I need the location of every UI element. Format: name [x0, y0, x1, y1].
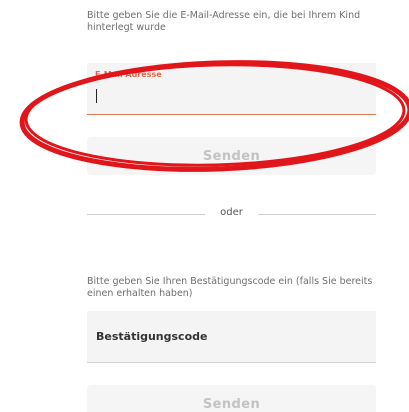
- send-email-button[interactable]: Senden: [87, 137, 376, 175]
- or-divider: oder: [87, 207, 376, 221]
- verification-code-field[interactable]: Bestätigungscode: [87, 311, 376, 363]
- divider-label: oder: [220, 207, 243, 218]
- code-instruction-text: Bitte geben Sie Ihren Bestätigungscode e…: [87, 276, 373, 299]
- verification-page: Bitte geben Sie die E-Mail-Adresse ein, …: [0, 0, 409, 412]
- text-cursor: [96, 89, 97, 103]
- send-code-button[interactable]: Senden: [87, 385, 376, 412]
- email-field-label: E-Mail Adresse: [95, 70, 162, 79]
- email-instruction-text: Bitte geben Sie die E-Mail-Adresse ein, …: [87, 10, 361, 33]
- divider-line-right: [258, 214, 376, 215]
- verification-code-placeholder: Bestätigungscode: [96, 330, 208, 343]
- email-field[interactable]: E-Mail Adresse: [87, 63, 376, 115]
